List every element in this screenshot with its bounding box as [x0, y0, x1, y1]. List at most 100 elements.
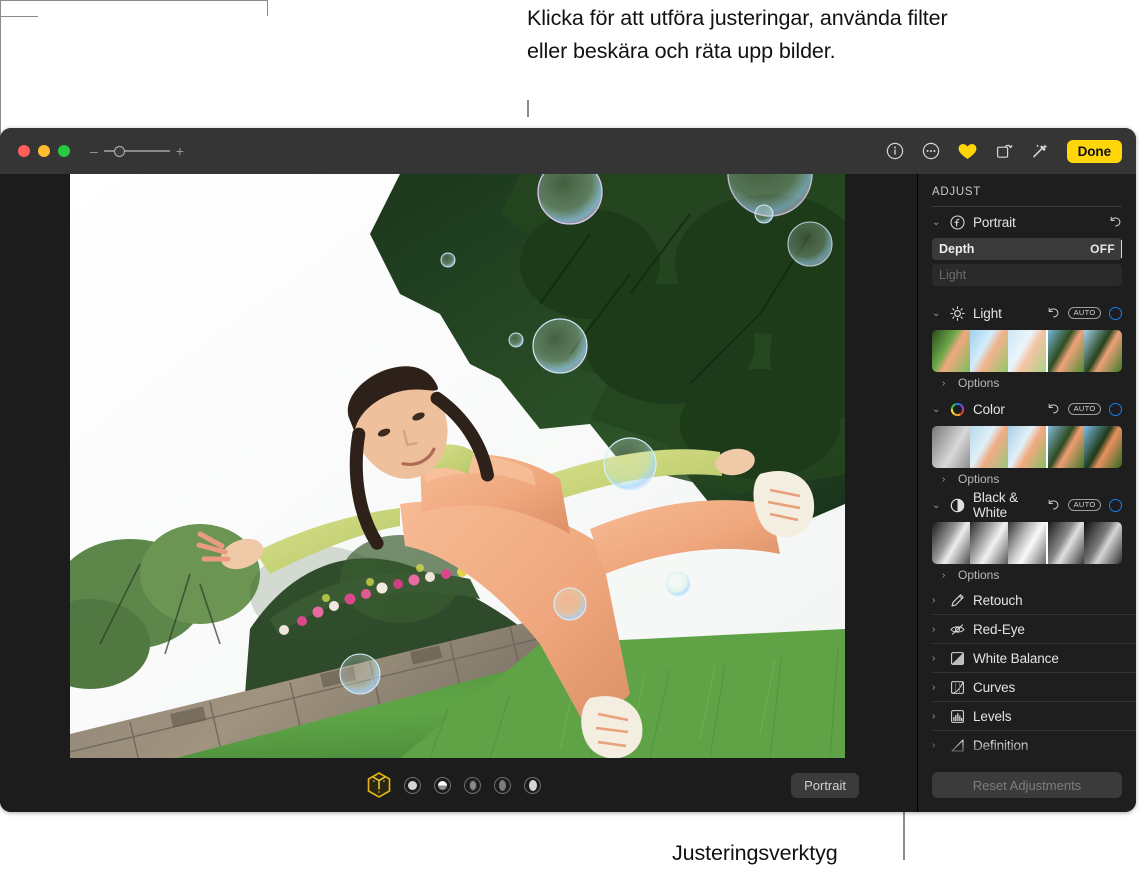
auto-enhance-icon[interactable]: [1031, 142, 1049, 160]
group-name-color: Color: [973, 402, 1039, 417]
chevron-right-icon[interactable]: ›: [942, 570, 951, 581]
auto-button-light[interactable]: AUTO: [1068, 307, 1101, 320]
thumbnail[interactable]: [1008, 522, 1046, 564]
adjust-row-levels[interactable]: › Levels: [932, 702, 1136, 731]
group-header-light[interactable]: ⌄ Light AUTO: [932, 298, 1122, 328]
portrait-depth-handle[interactable]: [1121, 240, 1123, 258]
lighting-effect-studio-light[interactable]: [434, 777, 451, 794]
color-thumbnail-strip[interactable]: [932, 426, 1122, 468]
info-icon[interactable]: [886, 142, 904, 160]
group-actions-black-and-white: AUTO: [1047, 498, 1122, 513]
thumbnail[interactable]: [1084, 522, 1122, 564]
adjust-row-definition[interactable]: › Definition: [932, 731, 1136, 758]
chevron-right-icon[interactable]: ›: [932, 624, 941, 635]
light-thumbnail-strip[interactable]: [932, 330, 1122, 372]
adjust-row-retouch[interactable]: › Retouch: [932, 586, 1136, 615]
black-and-white-options-row[interactable]: › Options: [932, 564, 1122, 586]
group-header-color[interactable]: ⌄ Color: [932, 394, 1122, 424]
lighting-effects-list[interactable]: [404, 777, 541, 794]
row-label-red-eye: Red-Eye: [973, 622, 1025, 637]
group-header-black-and-white[interactable]: ⌄ Black & White AUTO: [932, 490, 1122, 520]
chevron-down-icon[interactable]: ⌄: [932, 217, 941, 228]
reset-adjustments-button[interactable]: Reset Adjustments: [932, 772, 1122, 798]
black-and-white-strip-marker[interactable]: [1046, 522, 1048, 564]
screenshot-stage: Klicka för att utföra justeringar, använ…: [0, 0, 1146, 878]
light-strip-marker[interactable]: [1046, 330, 1048, 372]
chevron-right-icon[interactable]: ›: [932, 682, 941, 693]
zoom-slider-knob[interactable]: [114, 146, 125, 157]
revert-icon[interactable]: [1047, 306, 1060, 321]
chevron-right-icon[interactable]: ›: [942, 474, 951, 485]
chevron-right-icon[interactable]: ›: [932, 653, 941, 664]
color-wheel-icon: [949, 401, 965, 417]
black-and-white-thumbnail-strip[interactable]: [932, 522, 1122, 564]
thumbnail[interactable]: [1084, 426, 1122, 468]
row-label-definition: Definition: [973, 738, 1028, 753]
thumbnail[interactable]: [1084, 330, 1122, 372]
group-name-light: Light: [973, 306, 1039, 321]
zoom-slider-control[interactable]: – +: [90, 144, 184, 158]
thumbnail[interactable]: [970, 330, 1008, 372]
thumbnail[interactable]: [932, 330, 970, 372]
adjust-row-curves[interactable]: › Curves: [932, 673, 1136, 702]
adjust-row-white-balance[interactable]: › White Balance: [932, 644, 1136, 673]
color-options-row[interactable]: › Options: [932, 468, 1122, 490]
rotate-icon[interactable]: [995, 142, 1013, 160]
adjust-row-red-eye[interactable]: › Red-Eye: [932, 615, 1136, 644]
thumbnail[interactable]: [1008, 330, 1046, 372]
photos-editor-window: – + Adjust Filters Crop Clean Up: [0, 128, 1136, 812]
thumbnail[interactable]: [970, 522, 1008, 564]
auto-button-black-and-white[interactable]: AUTO: [1068, 499, 1101, 512]
lighting-effect-natural-light[interactable]: [404, 777, 421, 794]
zoom-out-icon[interactable]: –: [90, 144, 98, 158]
black-and-white-value-knob[interactable]: [1109, 499, 1122, 512]
zoom-slider[interactable]: [104, 144, 170, 158]
adjust-group-light: ⌄ Light AUTO: [918, 298, 1136, 394]
definition-icon: [949, 737, 965, 753]
revert-icon[interactable]: [1109, 215, 1122, 230]
light-value-knob[interactable]: [1109, 307, 1122, 320]
callout-bracket-top: [0, 0, 268, 16]
done-button[interactable]: Done: [1067, 140, 1122, 163]
color-value-knob[interactable]: [1109, 403, 1122, 416]
chevron-down-icon[interactable]: ⌄: [932, 404, 941, 415]
chevron-down-icon[interactable]: ⌄: [932, 308, 941, 319]
heart-icon[interactable]: [958, 143, 977, 160]
thumbnail[interactable]: [932, 522, 970, 564]
chevron-right-icon[interactable]: ›: [932, 595, 941, 606]
more-options-icon[interactable]: [922, 142, 940, 160]
auto-button-color[interactable]: AUTO: [1068, 403, 1101, 416]
thumbnail[interactable]: [932, 426, 970, 468]
thumbnail[interactable]: [1046, 522, 1084, 564]
f-stop-icon: [949, 214, 965, 230]
portrait-depth-slider[interactable]: Depth OFF: [932, 238, 1122, 260]
adjust-sidebar-scroll[interactable]: ADJUST ⌄ Portrait Dep: [918, 174, 1136, 758]
thumbnail[interactable]: [1046, 330, 1084, 372]
close-window-button[interactable]: [18, 145, 30, 157]
revert-icon[interactable]: [1047, 498, 1060, 513]
thumbnail[interactable]: [1008, 426, 1046, 468]
photo-preview[interactable]: [70, 174, 845, 758]
lighting-effect-contour-light[interactable]: [464, 777, 481, 794]
portrait-cube-icon[interactable]: [366, 772, 392, 798]
lighting-effect-stage-light[interactable]: [494, 777, 511, 794]
row-label-curves: Curves: [973, 680, 1015, 695]
adjust-group-portrait: ⌄ Portrait Depth OFF: [918, 207, 1136, 286]
maximize-window-button[interactable]: [58, 145, 70, 157]
lighting-effect-stage-light-mono[interactable]: [524, 777, 541, 794]
chevron-right-icon[interactable]: ›: [932, 740, 941, 751]
chevron-down-icon[interactable]: ⌄: [932, 500, 941, 511]
thumbnail[interactable]: [970, 426, 1008, 468]
toolbar-right-actions: Done: [886, 128, 1122, 174]
portrait-mode-badge[interactable]: Portrait: [791, 773, 859, 798]
thumbnail[interactable]: [1046, 426, 1084, 468]
revert-icon[interactable]: [1047, 402, 1060, 417]
group-header-portrait[interactable]: ⌄ Portrait: [932, 207, 1122, 237]
portrait-light-slider[interactable]: Light: [932, 264, 1122, 286]
chevron-right-icon[interactable]: ›: [942, 378, 951, 389]
light-options-row[interactable]: › Options: [932, 372, 1122, 394]
minimize-window-button[interactable]: [38, 145, 50, 157]
zoom-in-icon[interactable]: +: [176, 144, 184, 158]
chevron-right-icon[interactable]: ›: [932, 711, 941, 722]
color-strip-marker[interactable]: [1046, 426, 1048, 468]
